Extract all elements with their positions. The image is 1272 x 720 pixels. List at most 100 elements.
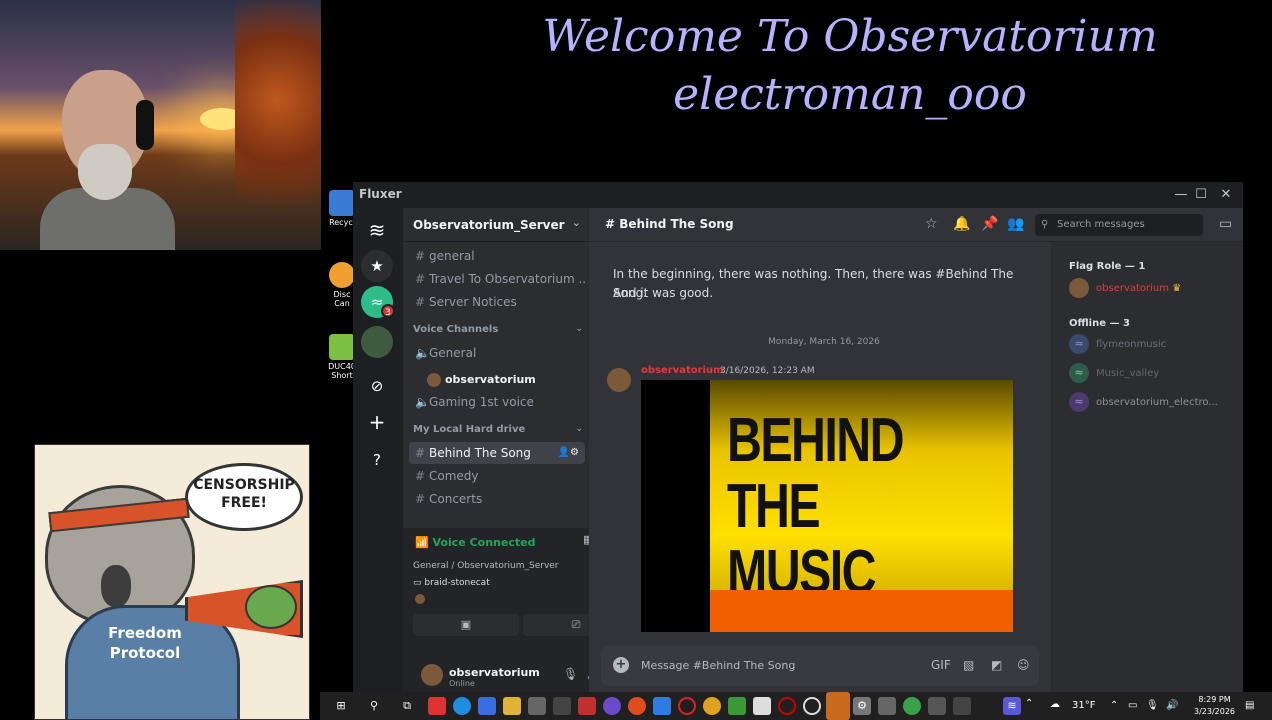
channel-travel[interactable]: # Travel To Observatorium ... xyxy=(409,268,585,290)
message-timestamp: 3/16/2026, 12:23 AM xyxy=(720,366,815,376)
voice-channel-gaming[interactable]: 🔈Gaming 1st voice xyxy=(409,391,585,413)
member-flymeonmusic[interactable]: ≈ flymeonmusic xyxy=(1069,334,1166,354)
minimize-button[interactable]: — xyxy=(1171,185,1191,205)
app-icon-22[interactable] xyxy=(953,697,971,715)
edge-icon[interactable] xyxy=(453,697,471,715)
inbox-icon[interactable]: ▭ xyxy=(1219,216,1232,232)
channel-sidebar: Observatorium_Server ⌄ # general # Travel … xyxy=(403,208,639,692)
member-music-valley[interactable]: ≈ Music_valley xyxy=(1069,363,1159,383)
app-icon-3[interactable] xyxy=(478,697,496,715)
app-icon-12[interactable] xyxy=(703,697,721,715)
members-icon[interactable]: 👥 xyxy=(1007,216,1024,232)
app-icon-19[interactable] xyxy=(878,697,896,715)
chevron-up-icon[interactable]: ⌃ xyxy=(1110,700,1118,711)
star-icon[interactable]: ☆ xyxy=(925,216,938,232)
member-observatorium-electro[interactable]: ≈ observatorium_electro... xyxy=(1069,392,1218,412)
gif-icon[interactable]: GIF xyxy=(931,658,951,672)
task-view-icon[interactable]: ⧉ xyxy=(398,697,416,715)
voice-user[interactable]: observatorium xyxy=(427,373,536,387)
voice-device: ▭ braid-stonecat xyxy=(413,578,490,588)
voice-channel-general[interactable]: 🔈General xyxy=(409,342,585,364)
disc-icon xyxy=(329,262,355,288)
app-icon-6[interactable] xyxy=(553,697,571,715)
app-icon-13[interactable] xyxy=(728,697,746,715)
app-icon-7[interactable] xyxy=(578,697,596,715)
maximize-button[interactable]: ☐ xyxy=(1191,185,1211,205)
frog-icon xyxy=(245,585,297,629)
desktop-icon-disc[interactable]: Disc Can xyxy=(328,262,356,308)
pin-icon[interactable]: 📌 xyxy=(981,216,998,232)
chevron-down-icon: ⌄ xyxy=(575,324,583,334)
channel-title: # Behind The Song xyxy=(605,217,734,231)
microphone-icon[interactable]: 🎙 xyxy=(563,667,578,681)
category-local-hard-drive[interactable]: My Local Hard drive ⌄ xyxy=(413,424,583,435)
voice-location: General / Observatorium_Server xyxy=(413,561,559,571)
channel-comedy[interactable]: # Comedy xyxy=(409,465,585,487)
chevron-down-icon[interactable]: ⌄ xyxy=(572,216,581,229)
attach-plus-icon[interactable]: + xyxy=(613,657,629,673)
app-icon-5[interactable] xyxy=(528,697,546,715)
help-icon[interactable]: ? xyxy=(361,444,393,476)
channel-server-notices[interactable]: # Server Notices xyxy=(409,291,585,313)
app-icon-21[interactable] xyxy=(928,697,946,715)
title-bar[interactable]: Fluxer — ☐ ✕ xyxy=(353,182,1243,208)
webcam-feed xyxy=(0,0,321,250)
favorites-star-icon[interactable]: ★ xyxy=(361,250,393,282)
avatar[interactable] xyxy=(607,368,631,392)
system-clock[interactable]: 8:29 PM 3/23/2026 xyxy=(1194,694,1235,718)
app-icon-16[interactable] xyxy=(803,697,821,715)
avatar[interactable] xyxy=(421,664,443,686)
channel-behind-the-song[interactable]: # Behind The Song 👤⚙ xyxy=(409,442,585,464)
desktop-icon-duc[interactable]: DUC40 Short xyxy=(328,334,356,380)
duc-shortcut-icon xyxy=(329,334,355,360)
fluxer-window: Fluxer — ☐ ✕ ≋ ★ ≈ 3 ⊘ + ? Observatorium… xyxy=(353,182,1243,692)
weather-temp[interactable]: 31°F xyxy=(1072,700,1095,711)
autumn-tree xyxy=(235,0,321,250)
app-icon-1[interactable] xyxy=(428,697,446,715)
message-image-embed[interactable]: BEHIND THE MUSIC xyxy=(641,380,1013,632)
vlc-icon-active[interactable] xyxy=(826,692,850,720)
server-name: Observatorium_Server xyxy=(413,218,565,232)
channel-concerts[interactable]: # Concerts xyxy=(409,488,585,510)
search-input[interactable]: ⚲ Search messages xyxy=(1035,214,1203,236)
server-icon-observatorium[interactable] xyxy=(361,326,393,358)
volume-icon[interactable]: 🔊 xyxy=(1166,700,1178,711)
weather-cloud-icon[interactable]: ☁ xyxy=(1050,699,1060,710)
image-icon[interactable]: ▧ xyxy=(963,658,974,672)
stream-overlay-title: Welcome To Observatorium electroman_ooo xyxy=(320,8,1272,124)
camera-toggle-button[interactable]: ▣ xyxy=(413,614,519,636)
emoji-icon[interactable]: ☺ xyxy=(1017,658,1030,672)
mic-icon[interactable]: 🎙 xyxy=(1146,700,1159,711)
desktop-icon-recycle[interactable]: Recycl xyxy=(328,190,356,227)
app-icon-10[interactable] xyxy=(653,697,671,715)
channel-general[interactable]: # general xyxy=(409,245,585,267)
search-icon[interactable]: ⚲ xyxy=(365,697,383,715)
close-button[interactable]: ✕ xyxy=(1216,185,1236,205)
app-icon-20[interactable] xyxy=(903,697,921,715)
file-explorer-icon[interactable] xyxy=(503,697,521,715)
member-observatorium[interactable]: observatorium ♛ xyxy=(1069,278,1181,298)
streamer-beard xyxy=(78,144,132,200)
speaker-icon: 🔈 xyxy=(415,395,430,409)
explore-compass-icon[interactable]: ⊘ xyxy=(361,370,393,402)
server-header[interactable]: Observatorium_Server ⌄ xyxy=(403,208,589,242)
network-icon[interactable]: ▭ xyxy=(1128,700,1137,711)
add-server-icon[interactable]: + xyxy=(361,406,393,438)
notification-icon[interactable]: ▤ xyxy=(1245,700,1254,711)
fluxer-logo-icon[interactable]: ≋ xyxy=(361,214,393,246)
start-icon[interactable]: ⊞ xyxy=(332,697,350,715)
opera-icon[interactable] xyxy=(678,697,696,715)
category-voice-channels[interactable]: Voice Channels ⌄ xyxy=(413,324,583,335)
app-icon-8[interactable] xyxy=(603,697,621,715)
chrome-icon[interactable] xyxy=(628,697,646,715)
fluxer-taskbar-icon[interactable]: ≋ xyxy=(1003,697,1021,715)
message-author[interactable]: observatorium xyxy=(641,365,724,376)
invite-settings-icons[interactable]: 👤⚙ xyxy=(558,442,579,464)
tray-overflow-icon[interactable]: ⌃ xyxy=(1025,698,1033,709)
app-icon-18[interactable]: ⚙ xyxy=(853,697,871,715)
sticker-icon[interactable]: ◩ xyxy=(991,658,1002,672)
notepad-icon[interactable] xyxy=(753,697,771,715)
message-input[interactable]: + Message #Behind The Song GIF ▧ ◩ ☺ xyxy=(601,646,1039,686)
app-icon-15[interactable] xyxy=(778,697,796,715)
bell-icon[interactable]: 🔔 xyxy=(953,216,970,232)
